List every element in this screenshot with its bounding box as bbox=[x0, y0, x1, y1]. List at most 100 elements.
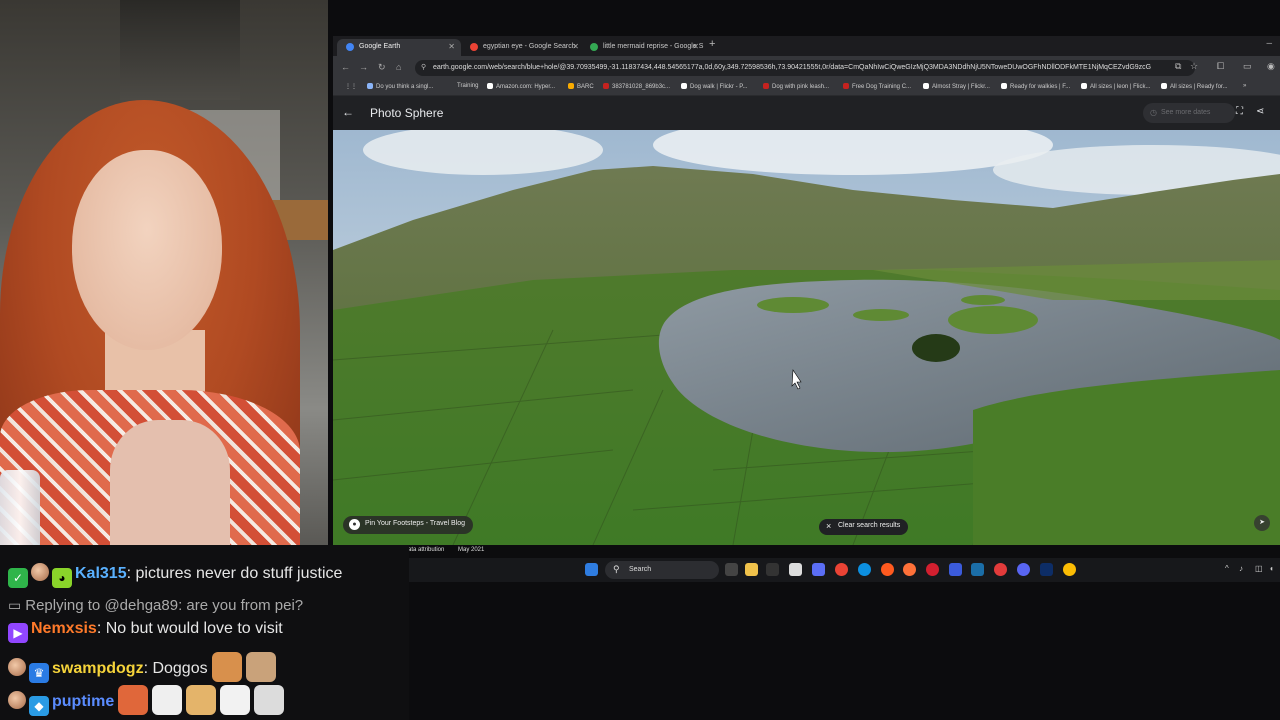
bookmark-item[interactable]: BARC bbox=[568, 83, 594, 90]
clear-search-results-button[interactable]: × Clear search results bbox=[819, 519, 909, 535]
app-icon[interactable] bbox=[994, 563, 1007, 576]
apps-icon[interactable]: ⋮⋮ bbox=[345, 83, 357, 90]
avatar bbox=[31, 563, 49, 581]
page-title: Photo Sphere bbox=[370, 106, 444, 120]
brave-icon[interactable] bbox=[881, 563, 894, 576]
chat-text: : pictures never do stuff justice bbox=[126, 565, 343, 582]
discord-icon[interactable] bbox=[1017, 563, 1030, 576]
steam-icon[interactable] bbox=[971, 563, 984, 576]
bookmark-item[interactable]: Almost Stray | Flickr... bbox=[923, 83, 990, 90]
chat-username[interactable]: swampdogz bbox=[52, 660, 144, 677]
bookmark-item[interactable]: Do you think a singl... bbox=[367, 83, 433, 90]
back-arrow-icon[interactable]: ← bbox=[342, 105, 354, 119]
bookmark-item[interactable]: Dog walk | Flickr - P... bbox=[681, 83, 747, 90]
bookmark-item[interactable]: All sizes | Ready for... bbox=[1161, 83, 1228, 90]
taskbar-search[interactable]: ⚲ Search bbox=[605, 561, 719, 579]
chrome-canary-icon[interactable] bbox=[1063, 563, 1076, 576]
install-icon[interactable]: ⧉ bbox=[1175, 61, 1181, 72]
webcam-feed bbox=[0, 0, 328, 545]
sidebar-icon[interactable]: ▭ bbox=[1243, 61, 1252, 72]
cat-emote-icon bbox=[186, 685, 217, 715]
crown-badge-icon: ♛ bbox=[29, 663, 49, 683]
bookmark-item[interactable]: Ready for walkies | F... bbox=[1001, 83, 1070, 90]
chat-username[interactable]: Kal315 bbox=[75, 565, 127, 582]
close-icon: × bbox=[826, 521, 832, 531]
task-view-icon[interactable] bbox=[725, 563, 738, 576]
flickr-icon bbox=[1161, 83, 1167, 89]
edge-icon[interactable] bbox=[858, 563, 871, 576]
avatar bbox=[8, 691, 26, 709]
bookmark-item[interactable]: 383781028_869b3c... bbox=[603, 83, 670, 90]
terminal-icon[interactable] bbox=[766, 563, 779, 576]
bookmark-label: BARC bbox=[577, 84, 594, 90]
chat-text: : No but would love to visit bbox=[96, 620, 283, 637]
copilot-icon[interactable] bbox=[812, 563, 825, 576]
bookmark-item[interactable]: Amazon.com: Hyper... bbox=[487, 83, 555, 90]
windows-taskbar: ⚲ Search ^ ♪ ◫ ◖ bbox=[409, 558, 1280, 582]
compass-icon[interactable]: ➤ bbox=[1254, 515, 1270, 531]
sub-badge-icon: ◕ bbox=[52, 568, 72, 588]
url-text: earth.google.com/web/search/blue+hole/@3… bbox=[433, 64, 1152, 71]
amazon-icon bbox=[487, 83, 493, 89]
reload-icon[interactable]: ↻ bbox=[378, 62, 386, 73]
address-bar[interactable]: ⚲ earth.google.com/web/search/blue+hole/… bbox=[415, 60, 1195, 76]
tray-overflow-icon[interactable]: ^ bbox=[1225, 564, 1229, 573]
tab-google-earth[interactable]: Google Earth ✕ bbox=[337, 39, 461, 56]
back-icon[interactable]: ← bbox=[341, 62, 350, 72]
site-info-icon[interactable]: ⚲ bbox=[421, 63, 426, 71]
close-icon[interactable]: ✕ bbox=[572, 42, 579, 51]
chat-message: ♛ swampdogz: Doggos bbox=[8, 652, 276, 683]
search-label: Search bbox=[629, 566, 652, 573]
new-tab-icon[interactable]: + bbox=[709, 38, 715, 50]
chat-username[interactable]: puptime bbox=[52, 693, 114, 710]
volume-icon[interactable]: ◖ bbox=[1269, 564, 1274, 573]
photoshop-icon[interactable] bbox=[1040, 563, 1053, 576]
start-icon[interactable] bbox=[585, 563, 598, 576]
data-attribution-link[interactable]: ata attribution bbox=[408, 547, 444, 553]
forward-icon[interactable]: → bbox=[359, 62, 368, 72]
prime-badge-icon: ▶ bbox=[8, 623, 28, 643]
photo-attribution-chip[interactable]: ● Pin Your Footsteps - Travel Blog bbox=[343, 516, 473, 534]
network-icon[interactable]: ◫ bbox=[1255, 564, 1263, 573]
tab-little-mermaid[interactable]: little mermaid reprise - Google S ✕ bbox=[581, 39, 705, 56]
bookmark-label: Do you think a singl... bbox=[376, 84, 434, 90]
fullscreen-icon[interactable]: ⛶ bbox=[1236, 106, 1243, 117]
chrome-icon[interactable] bbox=[835, 563, 848, 576]
bookmark-label: Free Dog Training C... bbox=[852, 84, 912, 90]
minimize-icon[interactable]: – bbox=[1266, 38, 1272, 49]
bookmark-item[interactable]: Training bbox=[457, 83, 478, 89]
chat-reply-context[interactable]: ▭ Replying to @dehga89: are you from pei? bbox=[8, 597, 303, 614]
app-icon[interactable] bbox=[949, 563, 962, 576]
tab-label: egyptian eye - Google Search bbox=[483, 43, 576, 50]
close-icon[interactable]: ✕ bbox=[692, 42, 699, 51]
close-icon[interactable]: ✕ bbox=[448, 42, 455, 51]
water-bottle bbox=[0, 470, 40, 545]
streamer-face bbox=[72, 150, 222, 350]
chat-text: : Doggos bbox=[143, 660, 208, 677]
firefox-icon[interactable] bbox=[903, 563, 916, 576]
mic-icon[interactable]: ♪ bbox=[1239, 564, 1243, 573]
file-explorer-icon[interactable] bbox=[745, 563, 758, 576]
crater-lake-panorama bbox=[333, 130, 1280, 545]
profile-icon[interactable]: ◉ bbox=[1267, 61, 1275, 72]
bookmark-item[interactable]: All sizes | leon | Flick... bbox=[1081, 83, 1150, 90]
tab-label: little mermaid reprise - Google S bbox=[603, 43, 704, 50]
calendar-icon[interactable] bbox=[789, 563, 802, 576]
opera-icon[interactable] bbox=[926, 563, 939, 576]
extensions-icon[interactable]: ⧠ bbox=[1217, 61, 1224, 72]
chat-username[interactable]: Nemxsis bbox=[31, 620, 97, 637]
share-icon[interactable]: ⋖ bbox=[1256, 106, 1264, 117]
bookmark-item[interactable]: Free Dog Training C... bbox=[843, 83, 911, 90]
bookmark-label: Dog with pink leash... bbox=[772, 84, 830, 90]
bookmark-icon bbox=[568, 83, 574, 89]
chat-message: ✓ ◕ Kal315: pictures never do stuff justic… bbox=[8, 563, 342, 588]
home-icon[interactable]: ⌂ bbox=[396, 62, 401, 72]
bookmark-item[interactable]: Dog with pink leash... bbox=[763, 83, 829, 90]
ghost-emote-icon bbox=[220, 685, 251, 715]
bookmark-star-icon[interactable]: ☆ bbox=[1190, 61, 1198, 72]
more-bookmarks-icon[interactable]: » bbox=[1243, 83, 1246, 89]
see-more-dates-button[interactable]: ◷ See more dates bbox=[1143, 103, 1235, 123]
photo-sphere-view[interactable]: ● Pin Your Footsteps - Travel Blog × Cle… bbox=[333, 130, 1280, 545]
chat-message: ◆ puptime bbox=[8, 685, 285, 716]
tab-egyptian-eye[interactable]: egyptian eye - Google Search ✕ bbox=[461, 39, 585, 56]
